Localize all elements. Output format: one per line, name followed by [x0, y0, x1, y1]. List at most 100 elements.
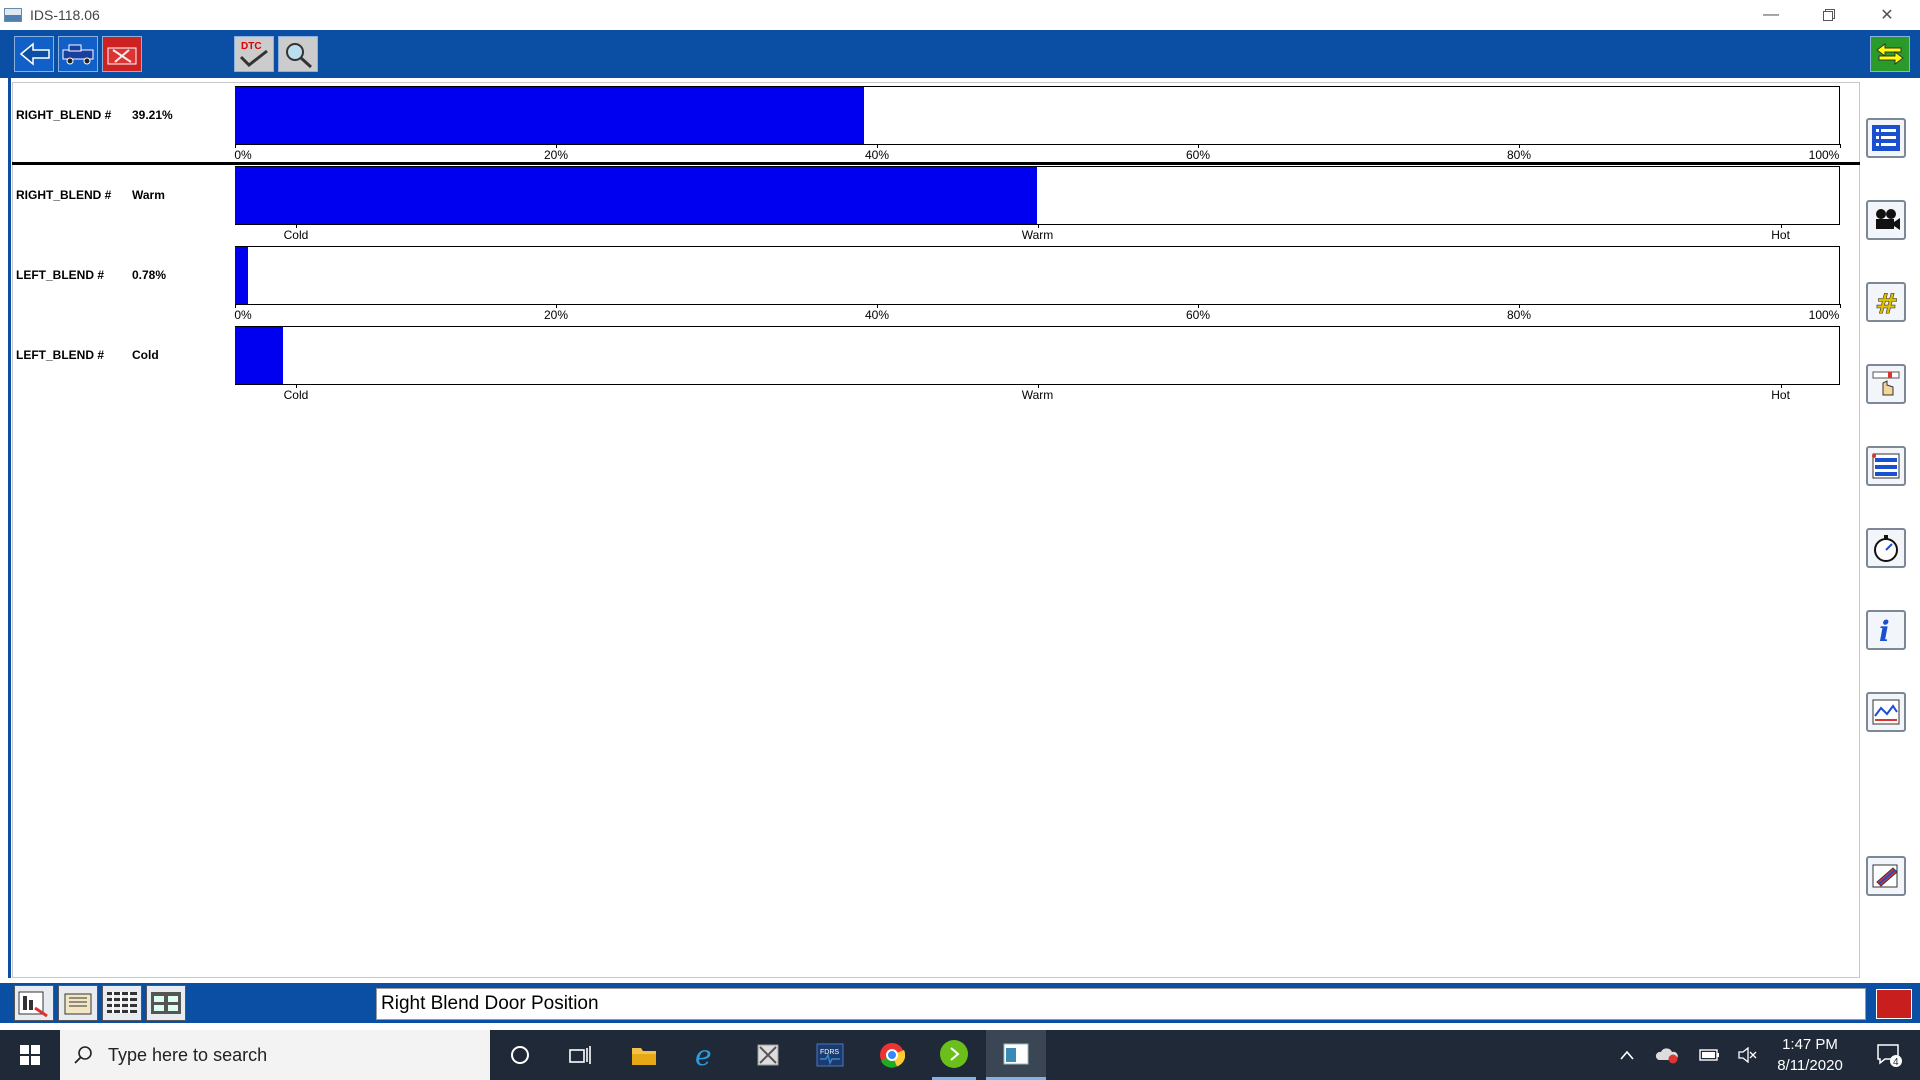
bottom-toolbar: Right Blend Door Position	[0, 983, 1920, 1023]
pid-name: LEFT_BLEND #	[16, 348, 105, 362]
pid-row: LEFT_BLEND # Cold Cold Warm Hot	[12, 326, 1860, 406]
status-text: Right Blend Door Position	[376, 988, 1866, 1020]
clock-time: 1:47 PM	[1782, 1036, 1838, 1053]
tick-label: Warm	[1021, 228, 1054, 242]
pid-name: LEFT_BLEND #	[16, 268, 105, 282]
tick-label: 60%	[1185, 148, 1211, 162]
tick-label: 0%	[234, 308, 252, 322]
print-icon[interactable]	[58, 985, 98, 1021]
taskbar-search[interactable]: Type here to search	[60, 1030, 490, 1080]
search-magnify-icon[interactable]	[278, 36, 318, 72]
exit-icon[interactable]	[1876, 989, 1912, 1019]
title-bar: IDS-118.06	[0, 0, 1920, 30]
file-explorer-icon[interactable]	[622, 1030, 666, 1080]
ids-window-icon[interactable]	[986, 1030, 1046, 1080]
pid-row: RIGHT_BLEND # Warm Cold Warm Hot	[12, 166, 1860, 246]
search-placeholder: Type here to search	[108, 1044, 268, 1065]
notification-count: 4	[1893, 1057, 1899, 1068]
hand-pointer-icon[interactable]	[1866, 364, 1906, 404]
tick-label: Hot	[1771, 228, 1790, 242]
top-toolbar: DTC	[0, 30, 1920, 78]
report-icon[interactable]	[14, 985, 54, 1021]
back-arrow-icon[interactable]	[14, 36, 54, 72]
tick-label: Warm	[1021, 388, 1054, 402]
svg-text:#: #	[1875, 288, 1898, 316]
os-taskbar: Type here to search e FDRS 1:47 PM 8/11/…	[0, 1030, 1920, 1080]
minimize-icon[interactable]: —	[1742, 0, 1800, 30]
svg-text:DTC: DTC	[241, 41, 262, 52]
pid-name: RIGHT_BLEND #	[16, 108, 112, 122]
graph-icon[interactable]	[1866, 692, 1906, 732]
pid-value: 0.78%	[132, 268, 167, 282]
bar-fill	[235, 327, 284, 384]
tick-label: 100%	[1808, 308, 1840, 322]
tick-label: 80%	[1506, 148, 1532, 162]
close-icon[interactable]: ✕	[1858, 0, 1916, 30]
pid-bar	[235, 86, 1840, 145]
stopwatch-icon[interactable]	[1866, 528, 1906, 568]
window-title: IDS-118.06	[30, 7, 100, 23]
data-list-icon[interactable]	[1866, 446, 1906, 486]
movie-camera-icon[interactable]	[1866, 200, 1906, 240]
swap-arrows-icon[interactable]	[1870, 36, 1910, 72]
pid-value: 39.21%	[132, 108, 173, 122]
tick-label: 20%	[543, 148, 569, 162]
system-clock[interactable]: 1:47 PM 8/11/2020	[1760, 1034, 1860, 1076]
chrome-icon[interactable]	[870, 1030, 914, 1080]
battery-icon[interactable]	[1694, 1030, 1726, 1080]
tick-label: 0%	[234, 148, 252, 162]
pid-row: LEFT_BLEND # 0.78% 0% 20% 40% 60% 80% 100%	[12, 246, 1860, 326]
edit-notes-icon[interactable]	[1866, 856, 1906, 896]
windows-start-icon[interactable]	[10, 1030, 50, 1080]
pid-bar	[235, 246, 1840, 305]
svg-text:i: i	[1879, 615, 1890, 645]
green-app-icon[interactable]	[932, 1030, 976, 1080]
dtc-icon[interactable]: DTC	[234, 36, 274, 72]
pid-name: RIGHT_BLEND #	[16, 188, 112, 202]
bar-fill	[235, 167, 1037, 224]
svg-text:e: e	[695, 1041, 712, 1069]
tick-label: 80%	[1506, 308, 1532, 322]
pid-bar	[235, 166, 1840, 225]
pid-grid-icon[interactable]	[102, 985, 142, 1021]
percent-scale: 0% 20% 40% 60% 80% 100%	[234, 144, 1841, 162]
ids-tool-icon[interactable]	[746, 1030, 790, 1080]
cortana-icon[interactable]	[500, 1030, 540, 1080]
tick-label: 40%	[864, 148, 890, 162]
pid-value: Warm	[132, 188, 165, 202]
task-view-icon[interactable]	[560, 1030, 600, 1080]
pid-value: Cold	[132, 348, 159, 362]
app-icon	[4, 8, 22, 22]
percent-scale: 0% 20% 40% 60% 80% 100%	[234, 304, 1841, 322]
tick-label: Hot	[1771, 388, 1790, 402]
tick-mark	[1840, 144, 1841, 148]
tick-label: Cold	[283, 228, 309, 242]
clock-date: 8/11/2020	[1777, 1057, 1843, 1074]
bar-fill	[235, 87, 864, 144]
tick-label: 100%	[1808, 148, 1840, 162]
row-separator	[12, 162, 1860, 165]
meter-panel-icon[interactable]	[146, 985, 186, 1021]
search-icon	[74, 1046, 92, 1064]
vehicle-icon[interactable]	[58, 36, 98, 72]
internet-explorer-icon[interactable]: e	[684, 1030, 728, 1080]
fdrs-icon[interactable]: FDRS	[808, 1030, 852, 1080]
tick-mark	[1840, 304, 1841, 308]
temp-scale: Cold Warm Hot	[235, 384, 1840, 402]
pid-row: RIGHT_BLEND # 39.21% 0% 20% 40% 60% 80% 100%	[12, 86, 1860, 166]
tick-label: 40%	[864, 308, 890, 322]
tick-label: Cold	[283, 388, 309, 402]
info-icon[interactable]: i	[1866, 610, 1906, 650]
toolbox-icon[interactable]	[102, 36, 142, 72]
speaker-muted-icon[interactable]	[1732, 1030, 1762, 1080]
onedrive-error-icon[interactable]	[1650, 1030, 1684, 1080]
restore-icon[interactable]	[1800, 0, 1858, 30]
notification-center-icon[interactable]: 4	[1866, 1030, 1912, 1080]
chevron-up-icon[interactable]	[1612, 1030, 1642, 1080]
tick-label: 60%	[1185, 308, 1211, 322]
pid-bar	[235, 326, 1840, 385]
temp-scale: Cold Warm Hot	[235, 224, 1840, 242]
list-view-icon[interactable]	[1866, 118, 1906, 158]
hash-icon[interactable]: #	[1866, 282, 1906, 322]
svg-text:FDRS: FDRS	[820, 1049, 839, 1056]
